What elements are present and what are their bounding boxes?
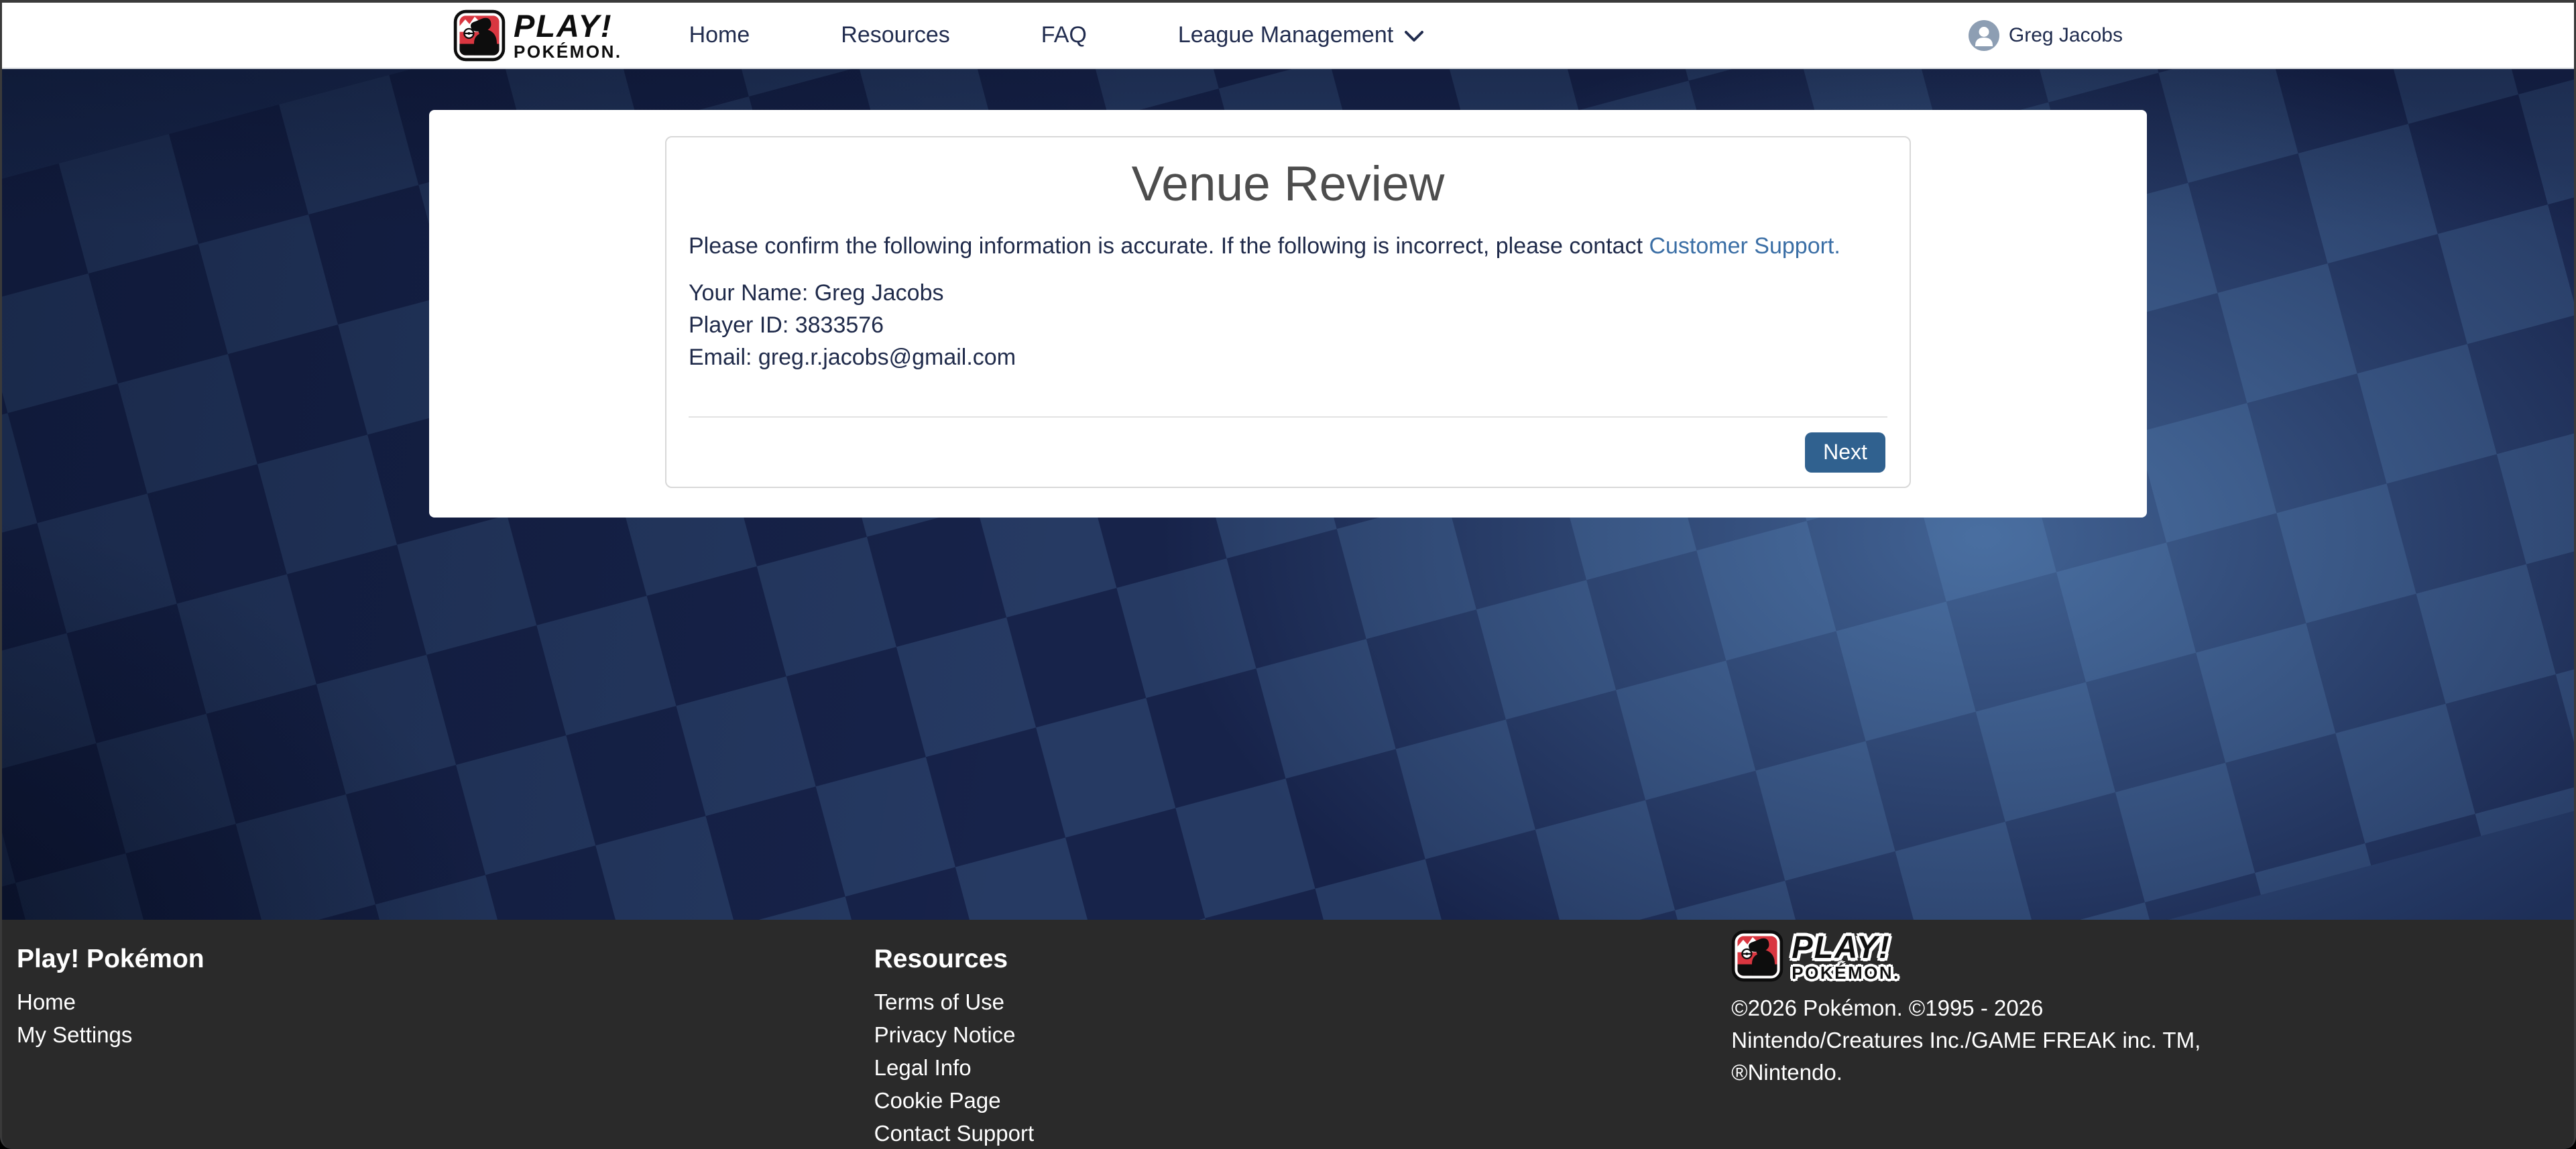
footer-link-cookie-page[interactable]: Cookie Page <box>874 1084 1717 1117</box>
nav-item-league-management[interactable]: League Management <box>1178 22 1424 48</box>
footer-link-terms-of-use[interactable]: Terms of Use <box>874 985 1717 1018</box>
detail-email: Email: greg.r.jacobs@gmail.com <box>689 341 1887 373</box>
footer-play-pokemon-logo: PLAY! POKÉMON. <box>1731 930 2574 982</box>
copyright-line-2: Nintendo/Creatures Inc./GAME FREAK inc. … <box>1731 1024 2574 1056</box>
copyright-line-1: ©2026 Pokémon. ©1995 - 2026 <box>1731 992 2574 1024</box>
footer-link-my-settings[interactable]: My Settings <box>17 1018 860 1051</box>
copyright-line-3: ®Nintendo. <box>1731 1056 2574 1089</box>
card-footer: Next <box>666 418 1910 487</box>
nav-item-faq[interactable]: FAQ <box>1041 22 1087 48</box>
footer-logo-play-text: PLAY! <box>1792 931 1900 963</box>
chevron-down-icon <box>1404 30 1424 43</box>
nav-item-league-management-label: League Management <box>1178 22 1393 48</box>
user-name: Greg Jacobs <box>2009 24 2123 47</box>
footer-heading-resources: Resources <box>874 944 1717 975</box>
user-menu[interactable]: Greg Jacobs <box>1969 20 2123 51</box>
venue-review-card-body: Venue Review Please confirm the followin… <box>666 137 1910 418</box>
detail-your-name: Your Name: Greg Jacobs <box>689 277 1887 309</box>
logo-play-text: PLAY! <box>514 10 622 42</box>
nav-item-home[interactable]: Home <box>689 22 750 48</box>
page: PLAY! POKÉMON. Home Resources FAQ League… <box>0 0 2576 1149</box>
footer-col-brand: PLAY! POKÉMON. ©2026 Pokémon. ©1995 - 20… <box>1716 930 2574 1149</box>
navbar-container: PLAY! POKÉMON. Home Resources FAQ League… <box>429 3 2147 68</box>
footer-logo-wordmark: PLAY! POKÉMON. <box>1792 931 1900 981</box>
footer-play-pokemon-badge-icon <box>1731 930 1783 982</box>
main-nav: Home Resources FAQ League Management <box>689 22 1425 48</box>
footer-col-resources: Resources Terms of Use Privacy Notice Le… <box>860 930 1717 1149</box>
player-details: Your Name: Greg Jacobs Player ID: 383357… <box>689 277 1887 373</box>
next-button[interactable]: Next <box>1805 432 1885 473</box>
customer-support-link[interactable]: Customer Support <box>1649 233 1834 259</box>
footer: Play! Pokémon Home My Settings Resources… <box>2 920 2574 1149</box>
footer-logo-pokemon-text: POKÉMON. <box>1792 964 1900 981</box>
main-panel: Venue Review Please confirm the followin… <box>429 110 2147 518</box>
logo-wordmark: PLAY! POKÉMON. <box>514 10 622 60</box>
footer-link-home[interactable]: Home <box>17 985 860 1018</box>
footer-link-contact-support[interactable]: Contact Support <box>874 1117 1717 1149</box>
nav-item-resources-label: Resources <box>841 22 950 48</box>
footer-heading-play-pokemon: Play! Pokémon <box>17 944 860 975</box>
confirmation-text: Please confirm the following information… <box>689 230 1887 262</box>
page-title: Venue Review <box>689 156 1887 213</box>
nav-item-faq-label: FAQ <box>1041 22 1087 48</box>
footer-grid: Play! Pokémon Home My Settings Resources… <box>2 930 2574 1149</box>
background-area: Venue Review Please confirm the followin… <box>2 69 2574 920</box>
detail-player-id: Player ID: 3833576 <box>689 309 1887 341</box>
logo-pokemon-text: POKÉMON. <box>514 43 622 60</box>
nav-item-home-label: Home <box>689 22 750 48</box>
copyright-text: ©2026 Pokémon. ©1995 - 2026 Nintendo/Cre… <box>1731 992 2574 1089</box>
footer-col-play-pokemon: Play! Pokémon Home My Settings <box>2 930 860 1149</box>
footer-link-legal-info[interactable]: Legal Info <box>874 1051 1717 1084</box>
play-pokemon-logo[interactable]: PLAY! POKÉMON. <box>453 9 622 62</box>
footer-link-privacy-notice[interactable]: Privacy Notice <box>874 1018 1717 1051</box>
navbar: PLAY! POKÉMON. Home Resources FAQ League… <box>2 3 2574 69</box>
main-container: Venue Review Please confirm the followin… <box>429 110 2147 518</box>
user-avatar-icon <box>1969 20 1999 51</box>
confirmation-text-before: Please confirm the following information… <box>689 233 1649 259</box>
venue-review-card: Venue Review Please confirm the followin… <box>665 136 1911 488</box>
confirmation-text-suffix: . <box>1834 233 1840 259</box>
play-pokemon-badge-icon <box>453 9 506 62</box>
nav-item-resources[interactable]: Resources <box>841 22 950 48</box>
